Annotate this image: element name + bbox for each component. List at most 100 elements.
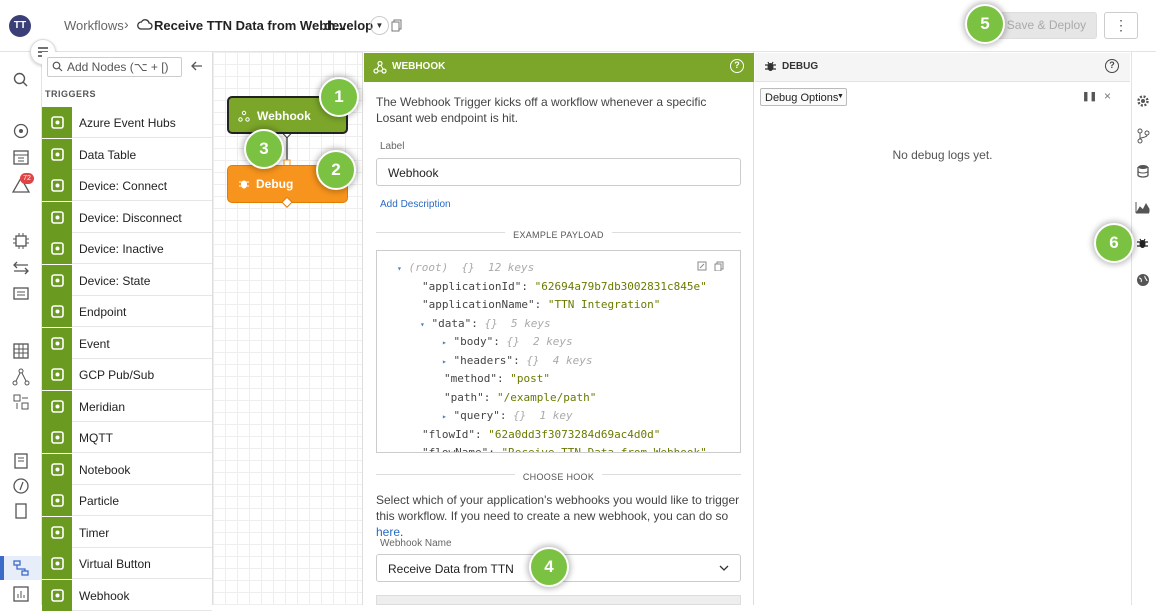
help-icon[interactable]: ? [730,59,744,73]
palette-item-label: Data Table [79,147,137,162]
debug-options-label: Debug Options [765,92,839,104]
palette-item[interactable]: Virtual Button [42,548,212,579]
workflows-icon[interactable] [12,559,30,577]
palette-item[interactable]: Device: Connect [42,170,212,201]
palette-item[interactable]: MQTT [42,422,212,453]
expand-toggle-icon[interactable]: ▾ [397,264,402,273]
workflow-nav-icon[interactable] [12,368,30,386]
copy-icon[interactable] [391,19,402,32]
globe-icon[interactable] [1136,273,1150,287]
webhook-icon [42,579,72,611]
payload-line[interactable]: ▸ "body": {} 2 keys [442,335,573,348]
payload-key: "applicationName" [422,298,535,311]
debug-panel-icon[interactable] [1136,237,1149,250]
button-icon [42,548,72,579]
palette-item[interactable]: Meridian [42,390,212,422]
compass-icon[interactable] [12,477,30,495]
user-avatar[interactable]: TT [9,15,31,37]
copy-payload-icon[interactable] [714,261,724,271]
choose-hook-title: CHOOSE HOOK [514,472,603,482]
stats-chart-icon[interactable] [1135,201,1150,214]
debug-help-icon[interactable]: ? [1105,59,1119,73]
workflow-title[interactable]: Receive TTN Data from Webh... [154,18,346,33]
add-description-link[interactable]: Add Description [380,199,451,210]
palette-item[interactable]: Webhook [42,579,212,611]
choose-hook-text: Select which of your application's webho… [376,493,740,523]
search-icon[interactable] [12,71,30,89]
device-icon[interactable] [12,232,30,250]
debug-node-icon [239,180,249,189]
payload-root: (root) [408,261,449,274]
collapse-arrow-icon[interactable] [190,59,204,73]
more-menu-button[interactable]: ⋮ [1104,12,1138,39]
payload-colon: : [534,298,548,311]
debug-options-dropdown[interactable]: Debug Options ▼ [760,88,847,106]
label-input[interactable]: Webhook [376,158,741,186]
payload-value: "62a0dd3f3073284d69ac4d0d" [488,427,661,441]
expand-toggle-icon[interactable]: ▸ [442,412,447,421]
version-branch-icon[interactable] [1136,128,1150,144]
choose-hook-period: . [400,525,404,539]
dashboard-icon[interactable] [12,122,30,140]
payload-line[interactable]: "flowName": "Receive TTN Data from Webho… [422,446,707,453]
palette-item-label: Timer [79,525,110,540]
expand-toggle-icon[interactable]: ▸ [442,338,447,347]
save-deploy-button[interactable]: Save & Deploy [996,12,1097,39]
palette-item[interactable]: GCP Pub/Sub [42,359,212,390]
payload-line[interactable]: "applicationId": "62694a79b7db3002831c84… [422,280,707,293]
palette-item[interactable]: Device: Disconnect [42,201,212,233]
palette-item[interactable]: Device: State [42,264,212,296]
payload-colon: : [471,316,485,330]
callout-badge-6: 6 [1094,223,1134,263]
table-grid-icon[interactable] [12,342,30,360]
payload-line[interactable]: ▾ (root) {} 12 keys [397,261,534,274]
breadcrumb-separator: › [124,16,129,32]
payload-line[interactable]: "flowId": "62a0dd3f3073284d69ac4d0d" [422,428,660,441]
edit-payload-icon[interactable] [697,261,707,271]
expand-toggle-icon[interactable]: ▾ [420,320,425,329]
payload-line[interactable]: "applicationName": "TTN Integration" [422,298,660,311]
data-icon[interactable] [12,284,30,302]
payload-colon: : [474,427,489,441]
pause-icon[interactable]: ❚❚ [1082,91,1097,102]
calendar-icon[interactable] [12,148,30,166]
palette-item[interactable]: Particle [42,485,212,516]
payload-line[interactable]: ▾ "data": {} 5 keys [420,317,551,330]
palette-item[interactable]: Device: Inactive [42,233,212,264]
palette-item-label: Azure Event Hubs [79,116,176,130]
palette-item[interactable]: Data Table [42,138,212,170]
experience-icon[interactable] [12,259,30,277]
device-icon [42,170,72,201]
payload-line[interactable]: ▸ "headers": {} 4 keys [442,354,593,367]
alert-count-badge: 72 [20,173,34,184]
palette-item-label: Device: Connect [79,179,168,193]
debug-node-output-port[interactable] [281,197,293,209]
callout-badge-5: 5 [965,4,1005,44]
bug-icon [765,61,776,71]
webhook-description: The Webhook Trigger kicks off a workflow… [376,95,707,125]
storage-icon[interactable] [1136,164,1150,178]
example-payload-viewer[interactable]: ▾ (root) {} 12 keys "applicationId": "626… [376,250,741,453]
palette-item[interactable]: Notebook [42,453,212,485]
integrations-icon[interactable] [12,393,30,411]
notebook-nav-icon[interactable] [12,452,30,470]
payload-line[interactable]: "method": "post" [444,372,550,385]
files-icon[interactable] [12,502,30,520]
branch-dropdown-icon[interactable]: ▼ [370,16,389,35]
expand-toggle-icon[interactable]: ▸ [442,357,447,366]
palette-item[interactable]: Endpoint [42,296,212,327]
breadcrumb-workflows[interactable]: Workflows [64,18,124,33]
settings-gear-icon[interactable] [1136,94,1150,108]
payload-line[interactable]: "path": "/example/path" [444,391,596,404]
payload-key: "flowName" [422,446,489,453]
payload-meta: {} 12 keys [461,261,535,274]
palette-item[interactable]: Event [42,327,212,359]
analytics-icon[interactable] [12,585,30,603]
payload-meta: {} 5 keys [484,316,551,330]
palette-item[interactable]: Timer [42,516,212,548]
palette-item[interactable]: Azure Event Hubs [42,107,212,138]
create-webhook-link[interactable]: here [376,525,400,539]
branch-name[interactable]: develop [324,18,373,33]
clear-logs-icon[interactable]: × [1104,89,1111,103]
payload-line[interactable]: ▸ "query": {} 1 key [442,409,573,422]
